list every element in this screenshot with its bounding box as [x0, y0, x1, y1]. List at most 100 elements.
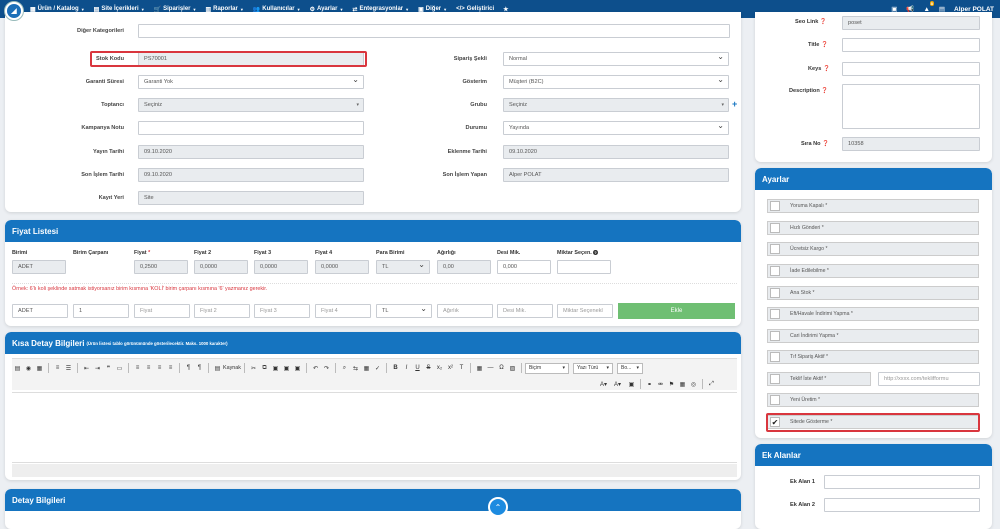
checkbox[interactable] — [770, 309, 780, 319]
setting-eft-havale[interactable]: Eft/Havale İndirimi Yapma * — [767, 307, 979, 321]
help-icon[interactable]: ❓ — [821, 88, 828, 94]
bullet-list-icon[interactable]: ☰ — [64, 364, 73, 373]
help-icon[interactable]: ❓ — [823, 66, 830, 72]
kampanya-input[interactable] — [138, 121, 364, 135]
price-para-birimi[interactable]: TL — [376, 260, 430, 274]
setting-yoruma-kapali[interactable]: Yoruma Kapalı * — [767, 199, 979, 213]
omega-icon[interactable]: Ω — [497, 364, 506, 373]
hr-icon[interactable]: ― — [486, 364, 495, 373]
strike-icon[interactable]: S — [424, 364, 433, 373]
kaynak-button[interactable]: Kaynak — [223, 365, 241, 371]
teklif-url-input[interactable]: http://xxxx.com/teklifformu — [878, 372, 980, 386]
checkbox[interactable] — [770, 201, 780, 211]
price-desi[interactable]: 0,000 — [497, 260, 551, 274]
new-fiyat2-input[interactable]: Fiyat 2 — [194, 304, 250, 318]
paste-text-icon[interactable]: ▣ — [282, 364, 291, 373]
justify-icon[interactable]: ≡ — [166, 364, 175, 373]
indent-icon[interactable]: ⇥ — [93, 364, 102, 373]
bold-icon[interactable]: B — [391, 364, 400, 373]
align-right-icon[interactable]: ≡ — [155, 364, 164, 373]
circle-icon[interactable]: ◎ — [689, 380, 698, 389]
source-icon[interactable]: ▤ — [213, 364, 222, 373]
checkbox[interactable] — [770, 244, 780, 254]
new-fiyat4-input[interactable]: Fiyat 4 — [315, 304, 371, 318]
eklenme-input[interactable]: 09.10.2020 — [503, 145, 729, 159]
checkbox[interactable] — [770, 395, 780, 405]
help-icon[interactable]: ? — [593, 250, 598, 255]
new-miktar-input[interactable]: Miktar Seçenekl — [557, 304, 613, 318]
image-icon[interactable]: ▨ — [508, 364, 517, 373]
yayin-input[interactable]: 09.10.2020 — [138, 145, 364, 159]
anchor-icon[interactable]: ⚑ — [667, 380, 676, 389]
kisa-detay-editor[interactable] — [12, 392, 737, 463]
sira-no-input[interactable]: 10358 — [842, 137, 980, 151]
kayit-input[interactable]: Site — [138, 191, 364, 205]
paste-icon[interactable]: ▣ — [271, 364, 280, 373]
boyut-select[interactable]: Bo... ▾ — [616, 362, 643, 374]
durumu-select[interactable]: Yayında — [503, 121, 729, 135]
template-icon[interactable]: ▦ — [35, 364, 44, 373]
checkbox[interactable] — [770, 223, 780, 233]
underline-icon[interactable]: U — [413, 364, 422, 373]
unlink-icon[interactable]: ⚮ — [656, 380, 665, 389]
price-agirlik[interactable]: 0,00 — [437, 260, 491, 274]
align-left-icon[interactable]: ≡ — [133, 364, 142, 373]
bg-color-icon[interactable]: A▾ — [613, 380, 622, 389]
new-birimi-input[interactable]: ADET — [12, 304, 68, 318]
div-icon[interactable]: ▭ — [115, 364, 124, 373]
title-input[interactable] — [842, 38, 980, 52]
new-fiyat-input[interactable]: Fiyat — [134, 304, 190, 318]
ekle-button[interactable]: Ekle — [618, 303, 735, 319]
diger-kategoriler-input[interactable] — [138, 24, 730, 38]
maximize-icon[interactable]: ⤢ — [707, 380, 716, 389]
new-desi-input[interactable]: Desi Mik. — [497, 304, 553, 318]
toptanci-select[interactable]: Seçiniz — [138, 98, 364, 112]
checkbox[interactable] — [770, 331, 780, 341]
garanti-select[interactable]: Garanti Yok — [138, 75, 364, 89]
son-islem-yapan-input[interactable]: Alper POLAT — [503, 168, 729, 182]
embed-icon[interactable]: ▦ — [678, 380, 687, 389]
ltr-icon[interactable]: ¶ — [184, 364, 193, 373]
setting-iade-edilebilme[interactable]: İade Edilebilme * — [767, 264, 979, 278]
source-doc-icon[interactable]: ▤ — [13, 364, 22, 373]
grubu-select[interactable]: Seçiniz — [503, 98, 729, 112]
price-fiyat2[interactable]: 0,0000 — [194, 260, 248, 274]
outdent-icon[interactable]: ⇤ — [82, 364, 91, 373]
iframe-icon[interactable]: ▣ — [627, 380, 636, 389]
subscript-icon[interactable]: x₂ — [435, 364, 444, 373]
blockquote-icon[interactable]: ❞ — [104, 364, 113, 373]
link-icon[interactable]: ⚭ — [645, 380, 654, 389]
price-miktar-secenek[interactable] — [557, 260, 611, 274]
ek-alan-2-input[interactable] — [824, 498, 980, 512]
price-fiyat4[interactable]: 0,0000 — [315, 260, 369, 274]
price-birimi[interactable]: ADET — [12, 260, 66, 274]
replace-icon[interactable]: ⇆ — [351, 364, 360, 373]
help-icon[interactable]: ❓ — [822, 141, 829, 147]
paste-word-icon[interactable]: ▣ — [293, 364, 302, 373]
align-center-icon[interactable]: ≡ — [144, 364, 153, 373]
price-fiyat[interactable]: 0,2500 — [134, 260, 188, 274]
undo-icon[interactable]: ↶ — [311, 364, 320, 373]
help-icon[interactable]: ❓ — [820, 19, 827, 25]
setting-cari-indirimi[interactable]: Cari İndirimi Yapma * — [767, 329, 979, 343]
price-fiyat3[interactable]: 0,0000 — [254, 260, 308, 274]
setting-ana-stok[interactable]: Ana Stok * — [767, 286, 979, 300]
siparis-sekli-select[interactable]: Normal — [503, 52, 729, 66]
find-icon[interactable]: ⌕ — [340, 364, 349, 373]
son-islem-input[interactable]: 09.10.2020 — [138, 168, 364, 182]
checkbox[interactable] — [770, 352, 780, 362]
italic-icon[interactable]: I — [402, 364, 411, 373]
keys-input[interactable] — [842, 62, 980, 76]
cut-icon[interactable]: ✂ — [249, 364, 258, 373]
rtl-icon[interactable]: ¶ — [195, 364, 204, 373]
ek-alan-1-input[interactable] — [824, 475, 980, 489]
copy-icon[interactable]: ⧉ — [260, 364, 269, 373]
setting-ucretsiz-kargo[interactable]: Ücretsiz Kargo * — [767, 242, 979, 256]
setting-tif-siparis[interactable]: Tıf Sipariş Aktif * — [767, 350, 979, 364]
scroll-up-button[interactable]: ⌃ — [488, 497, 508, 517]
new-carpan-input[interactable]: 1 — [73, 304, 129, 318]
checkbox[interactable] — [770, 266, 780, 276]
new-para-birimi-select[interactable]: TL — [376, 304, 432, 318]
spellcheck-icon[interactable]: ✓ — [373, 364, 382, 373]
seo-link-input[interactable]: poset — [842, 16, 980, 30]
